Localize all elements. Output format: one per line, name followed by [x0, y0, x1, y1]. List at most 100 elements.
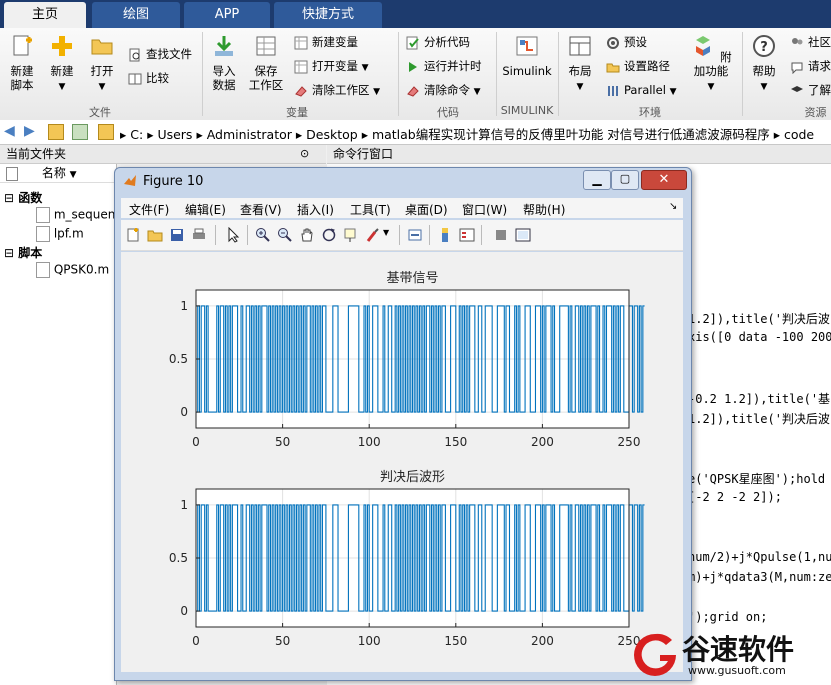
colorbar-icon[interactable]	[437, 227, 453, 243]
menu-file[interactable]: 文件(F)	[129, 201, 169, 218]
eraser-icon	[407, 85, 419, 97]
breadcrumb-admin[interactable]: Administrator	[207, 127, 292, 142]
breadcrumb-desktop[interactable]: Desktop	[306, 127, 358, 142]
menu-edit[interactable]: 编辑(E)	[185, 201, 226, 218]
collapse-icon[interactable]: ⊟	[4, 191, 14, 205]
dock-arrow-icon[interactable]: ↘	[669, 201, 677, 212]
zoom-out-icon[interactable]	[277, 227, 293, 243]
new-variable-label: 新建变量	[312, 35, 358, 49]
addons-button[interactable]: 附加功能 ▼	[686, 34, 736, 94]
panel-menu-icon[interactable]: ⊙	[300, 147, 309, 160]
x-tick-label: 50	[275, 634, 290, 648]
run-time-icon	[409, 61, 417, 72]
new-button[interactable]: 新建 ▼	[44, 34, 80, 94]
tree-group-scripts[interactable]: ⊟ 脚本	[4, 244, 42, 261]
learn-button[interactable]: 了解	[790, 80, 831, 100]
tab-apps[interactable]: APP	[184, 2, 270, 28]
new-variable-button[interactable]: 新建变量	[294, 32, 358, 52]
y-tick-label: 0.5	[169, 551, 188, 565]
open-button[interactable]: 打开 ▼	[84, 34, 120, 94]
x-tick-label: 50	[275, 435, 290, 449]
help-button[interactable]: ? 帮助 ▼	[746, 34, 782, 94]
clear-commands-button[interactable]: 清除命令 ▼	[406, 80, 481, 100]
maximize-icon: ▢	[619, 172, 631, 185]
figure-titlebar[interactable]: Figure 10 ▁ ▢ ✕	[115, 168, 691, 194]
menu-tools[interactable]: 工具(T)	[350, 201, 391, 218]
breadcrumb-sep: ▸	[120, 127, 131, 142]
brush-icon[interactable]	[365, 227, 381, 243]
layout-label: 布局	[568, 64, 592, 78]
file-item[interactable]: lpf.m	[36, 226, 84, 242]
breadcrumb-users[interactable]: Users	[157, 127, 192, 142]
back-arrow-icon[interactable]: ◀	[4, 123, 15, 139]
set-path-button[interactable]: 设置路径	[606, 56, 670, 76]
print-icon[interactable]	[191, 227, 207, 243]
dropdown-arrow-icon[interactable]: ▼	[383, 228, 389, 237]
new-figure-icon[interactable]	[125, 227, 141, 243]
menu-desktop[interactable]: 桌面(D)	[405, 201, 448, 218]
find-files-button[interactable]: 查找文件	[128, 44, 192, 64]
subplot-1: 0 50 100 150 200 250 0 0.5 1 基带信号	[169, 271, 645, 449]
tab-plots[interactable]: 绘图	[92, 2, 180, 28]
tab-shortcuts[interactable]: 快捷方式	[274, 2, 382, 28]
import-icon	[215, 36, 233, 56]
request-support-button[interactable]: 请求	[790, 56, 831, 76]
save-icon[interactable]	[169, 227, 185, 243]
dropdown-arrow-icon: ▼	[58, 82, 66, 92]
preferences-button[interactable]: 预设	[606, 32, 647, 52]
menu-window[interactable]: 窗口(W)	[462, 201, 507, 218]
maximize-button[interactable]: ▢	[611, 170, 639, 190]
menu-insert[interactable]: 插入(I)	[297, 201, 334, 218]
breadcrumb-project[interactable]: matlab编程实现计算信号的反傅里叶功能 对信号进行低通滤波源码程序	[372, 127, 770, 142]
rotate-3d-icon[interactable]	[321, 227, 337, 243]
up-folder-icon[interactable]	[48, 124, 64, 140]
simulink-button[interactable]: Simulink	[502, 34, 552, 78]
minimize-button[interactable]: ▁	[583, 170, 611, 190]
name-column-header[interactable]: 名称 ▼	[0, 164, 116, 183]
file-item[interactable]: QPSK0.m	[36, 262, 109, 278]
breadcrumb-sep: ▸	[773, 127, 784, 142]
link-plot-icon[interactable]	[407, 227, 423, 243]
run-and-time-button[interactable]: 运行并计时	[406, 56, 482, 76]
parallel-button[interactable]: Parallel ▼	[606, 80, 676, 100]
learn-label: 了解	[808, 83, 831, 97]
workspace-icon	[256, 36, 276, 56]
hide-plot-tools-icon[interactable]	[493, 227, 509, 243]
minimize-icon: ▁	[592, 172, 602, 186]
pan-hand-icon[interactable]	[299, 227, 315, 243]
data-cursor-icon[interactable]	[343, 227, 359, 243]
pointer-icon[interactable]	[225, 227, 241, 243]
learn-icon	[791, 85, 803, 92]
y-tick-label: 0.5	[169, 352, 188, 366]
tree-group-functions[interactable]: ⊟ 函数	[4, 189, 42, 206]
open-file-icon[interactable]	[147, 227, 163, 243]
variable-icon	[294, 60, 308, 73]
breadcrumb[interactable]: ▸ C: ▸ Users ▸ Administrator ▸ Desktop ▸…	[120, 124, 814, 143]
zoom-in-icon[interactable]	[255, 227, 271, 243]
menu-help[interactable]: 帮助(H)	[523, 201, 565, 218]
clear-workspace-button[interactable]: 清除工作区 ▼	[294, 80, 380, 100]
tab-home[interactable]: 主页	[4, 2, 86, 28]
command-output-line: xis([0 data -100 200	[688, 330, 831, 344]
compare-button[interactable]: 比较	[128, 68, 169, 88]
open-variable-button[interactable]: 打开变量 ▼	[294, 56, 369, 76]
menu-view[interactable]: 查看(V)	[240, 201, 282, 218]
save-workspace-button[interactable]: 保存 工作区	[246, 34, 286, 92]
close-button[interactable]: ✕	[641, 170, 687, 190]
gear-icon	[607, 36, 619, 49]
import-data-button[interactable]: 导入 数据	[206, 34, 242, 92]
breadcrumb-drive[interactable]: C:	[130, 127, 143, 142]
name-column-label: 名称	[41, 166, 66, 180]
community-icon	[792, 37, 803, 44]
collapse-icon[interactable]: ⊟	[4, 246, 14, 260]
analyze-code-button[interactable]: 分析代码	[406, 32, 470, 52]
browse-folder-icon[interactable]	[72, 124, 88, 140]
show-plot-tools-icon[interactable]	[515, 227, 531, 243]
layout-button[interactable]: 布局 ▼	[562, 34, 598, 94]
figure-window[interactable]: Figure 10 ▁ ▢ ✕ 文件(F) 编辑(E) 查看(V) 插入(I) …	[114, 167, 692, 681]
breadcrumb-code[interactable]: code	[784, 127, 814, 142]
forward-arrow-icon[interactable]: ▶	[24, 123, 35, 139]
new-script-button[interactable]: 新建 脚本	[4, 34, 40, 92]
community-button[interactable]: 社区	[790, 32, 831, 52]
legend-icon[interactable]	[459, 227, 475, 243]
